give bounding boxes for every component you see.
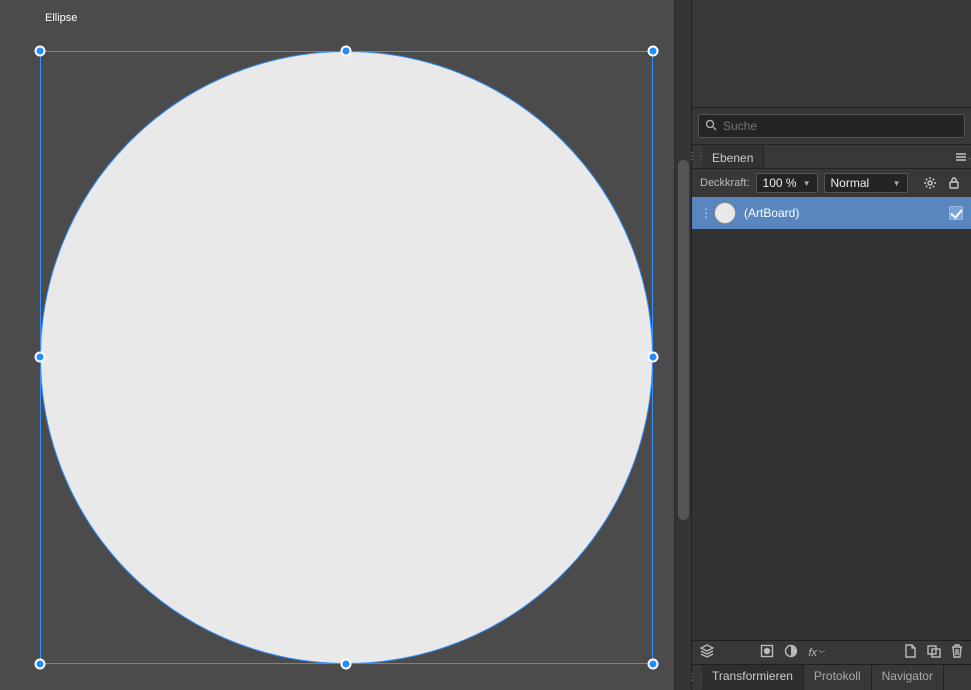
group-icon[interactable] — [927, 645, 941, 661]
opacity-value: 100 % — [763, 176, 797, 190]
layer-grip-icon[interactable]: ⋮ — [700, 197, 706, 229]
opacity-label: Deckkraft: — [700, 177, 750, 189]
tab-layers[interactable]: Ebenen — [702, 145, 764, 168]
layers-stack-icon[interactable] — [700, 644, 714, 661]
adjustment-icon[interactable] — [784, 644, 798, 661]
handle-sw[interactable] — [35, 659, 46, 670]
canvas-area[interactable]: Ellipse — [0, 0, 691, 690]
handle-n[interactable] — [341, 46, 352, 57]
layers-tabbar: ⋮⋮ Ebenen . — [692, 144, 971, 168]
layer-options-row: Deckkraft: 100 % ▼ Normal ▼ — [692, 168, 971, 197]
layer-list: ⋮ (ArtBoard) — [692, 197, 971, 640]
search-icon — [705, 119, 717, 134]
search-input[interactable] — [723, 119, 958, 133]
tab-protocol[interactable]: Protokoll — [804, 665, 872, 690]
layer-row[interactable]: ⋮ (ArtBoard) — [692, 197, 971, 229]
layers-footer: fx﹀ — [692, 640, 971, 664]
handle-e[interactable] — [648, 352, 659, 363]
opacity-dropdown[interactable]: 100 % ▼ — [756, 173, 818, 193]
chevron-down-icon: ▼ — [893, 179, 901, 188]
visibility-checkbox[interactable] — [949, 206, 963, 220]
handle-s[interactable] — [341, 659, 352, 670]
handle-w[interactable] — [35, 352, 46, 363]
app-root: Ellipse ⋮⋮ Ebenen — [0, 0, 971, 690]
fx-icon[interactable]: fx﹀ — [808, 647, 824, 659]
panel-grip-icon[interactable]: ⋮⋮ — [692, 665, 702, 690]
tab-transform[interactable]: Transformieren — [702, 665, 804, 690]
handle-ne[interactable] — [648, 46, 659, 57]
top-empty-panel — [692, 0, 971, 108]
canvas-scrollbar-vertical[interactable] — [674, 0, 691, 690]
layer-name: (ArtBoard) — [744, 206, 941, 220]
side-panels: ⋮⋮ Ebenen . Deckkraft: 100 % ▼ Normal ▼ — [691, 0, 971, 690]
blendmode-value: Normal — [831, 176, 870, 190]
tab-navigator[interactable]: Navigator — [872, 665, 944, 690]
chevron-down-icon: ▼ — [803, 179, 811, 188]
gear-icon[interactable] — [921, 174, 939, 192]
panel-grip-icon[interactable]: ⋮⋮ — [692, 145, 702, 168]
ellipse-shape[interactable] — [40, 51, 653, 664]
selection-label: Ellipse — [45, 12, 77, 24]
layer-thumbnail — [714, 202, 736, 224]
bottom-tabbar: ⋮⋮ Transformieren Protokoll Navigator — [692, 664, 971, 690]
blendmode-dropdown[interactable]: Normal ▼ — [824, 173, 908, 193]
trash-icon[interactable] — [951, 644, 963, 661]
mask-icon[interactable] — [760, 644, 774, 661]
lock-icon[interactable] — [945, 174, 963, 192]
search-field[interactable] — [698, 114, 965, 138]
search-panel — [692, 108, 971, 144]
handle-nw[interactable] — [35, 46, 46, 57]
new-layer-icon[interactable] — [904, 644, 917, 661]
panel-menu-icon[interactable]: . — [955, 145, 971, 168]
handle-se[interactable] — [648, 659, 659, 670]
